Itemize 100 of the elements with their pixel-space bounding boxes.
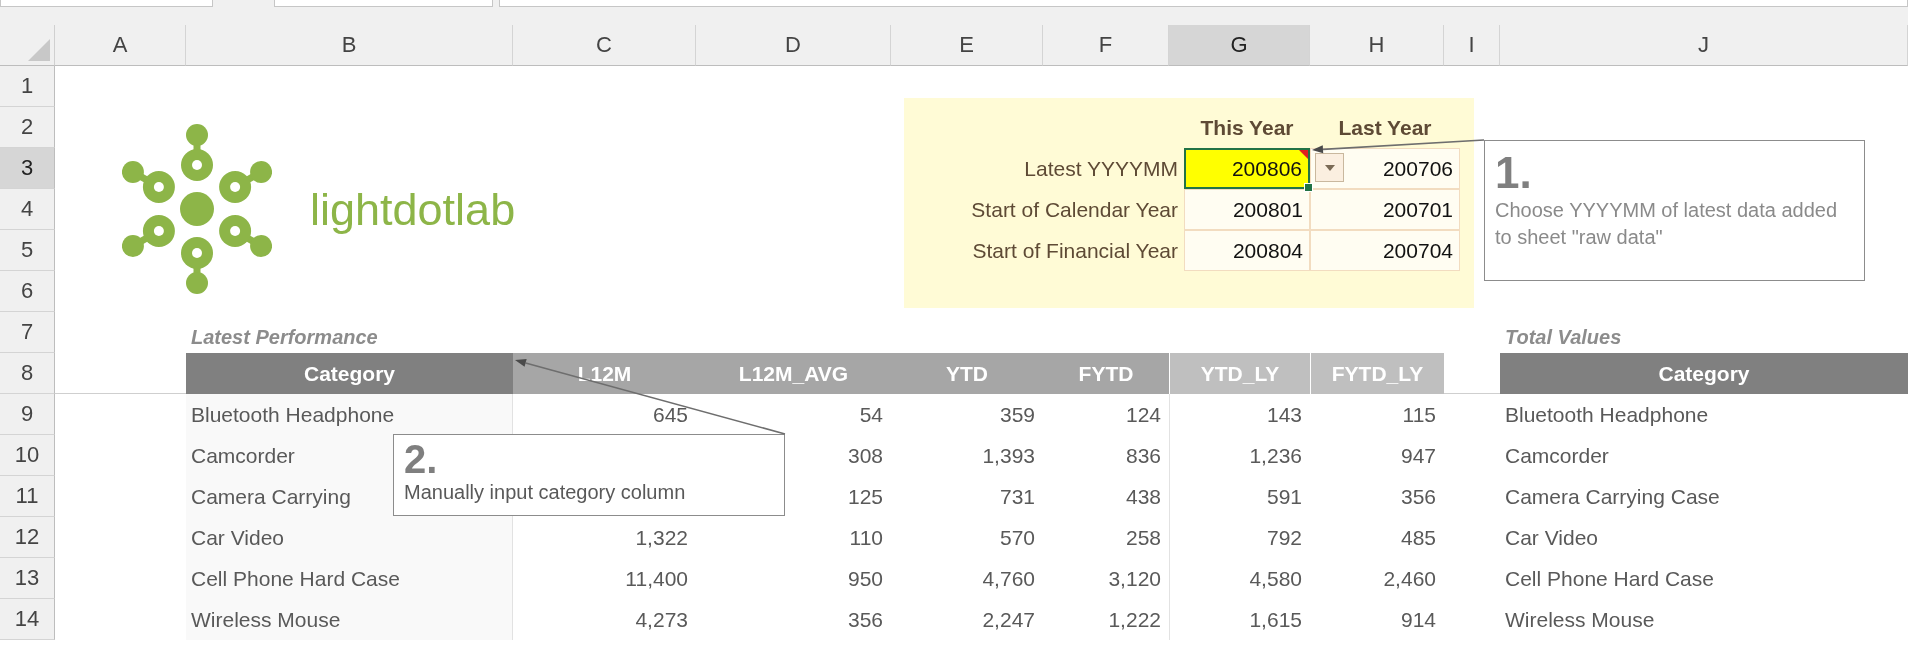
row-header[interactable]: 12 (0, 517, 55, 558)
table-cell-text: Car Video (1504, 524, 1599, 551)
table-cell-text: 1,322 (634, 524, 689, 551)
select-all-icon[interactable] (28, 39, 50, 61)
table-cell-text: 438 (1124, 483, 1162, 510)
table-cell[interactable]: 200704 (1310, 230, 1460, 271)
table-cell[interactable]: 200801 (1184, 189, 1310, 230)
table-cell: Cell Phone Hard Case (186, 558, 513, 599)
dropdown-button[interactable] (1315, 153, 1344, 182)
table-cell-text: 115 (1401, 401, 1437, 428)
column-heading: FYTD_LY (1310, 353, 1444, 394)
column-heading: YTD_LY (1169, 353, 1310, 394)
table-cell-text: 308 (846, 442, 884, 469)
table-cell: 1,236 (1169, 435, 1310, 476)
table-cell-text: 914 (1399, 606, 1437, 633)
section-title: Total Values (1504, 325, 1623, 350)
logo-text: lightdotlab (310, 183, 516, 236)
table-cell-text: 731 (998, 483, 1036, 510)
callout-number: 2. (404, 439, 439, 479)
row-header[interactable]: 3 (0, 148, 55, 189)
table-cell: 1,615 (1169, 599, 1310, 640)
column-header[interactable]: F (1043, 25, 1169, 66)
column-header[interactable]: B (186, 25, 513, 66)
table-cell[interactable]: 200804 (1184, 230, 1310, 271)
table-cell-text: 356 (846, 606, 884, 633)
table-cell-text: 947 (1399, 442, 1437, 469)
column-heading: Category (1500, 353, 1908, 394)
column-header[interactable]: E (891, 25, 1043, 66)
row-header[interactable]: 10 (0, 435, 55, 476)
table-cell-text: Wireless Mouse (1504, 606, 1656, 633)
table-cell-text: 836 (1124, 442, 1162, 469)
table-cell: 591 (1169, 476, 1310, 517)
column-heading: L12M (513, 353, 696, 394)
column-header[interactable]: J (1500, 25, 1908, 66)
logo-icon (122, 123, 272, 296)
table-cell-text: 125 (846, 483, 884, 510)
column-header[interactable]: A (55, 25, 186, 66)
column-header[interactable]: H (1310, 25, 1444, 66)
table-cell-text: 570 (998, 524, 1036, 551)
row-header[interactable]: 14 (0, 599, 55, 640)
table-cell-text: 2,460 (1382, 565, 1437, 592)
section-title: Latest Performance (190, 325, 379, 350)
row-header[interactable]: 8 (0, 353, 55, 394)
name-box[interactable] (0, 0, 213, 7)
table-cell-text: Camcorder (1504, 442, 1610, 469)
table-cell-text: 4,760 (981, 565, 1036, 592)
column-heading: YTD (891, 353, 1043, 394)
row-header[interactable]: 1 (0, 66, 55, 107)
table-cell-text: 1,393 (981, 442, 1036, 469)
column-heading: FYTD (1043, 353, 1169, 394)
input-field[interactable] (274, 0, 493, 7)
column-heading: Category (186, 353, 513, 394)
table-cell[interactable]: 200706 (1310, 148, 1460, 189)
row-header[interactable]: 13 (0, 558, 55, 599)
table-cell: Car Video (186, 517, 513, 558)
caret-icon (1324, 164, 1335, 171)
table-cell-text: 950 (846, 565, 884, 592)
table-cell-text: 485 (1399, 524, 1437, 551)
row-header[interactable]: 6 (0, 271, 55, 312)
parameter-label: Start of Financial Year (971, 237, 1179, 264)
parameter-label: Start of Calendar Year (970, 196, 1179, 223)
table-cell-text: Bluetooth Headphone (1504, 401, 1710, 428)
column-header[interactable]: G (1169, 25, 1310, 66)
row-header[interactable]: 4 (0, 189, 55, 230)
table-cell-text: 1,222 (1107, 606, 1162, 633)
column-header[interactable]: C (513, 25, 696, 66)
table-cell-text: 11,400 (624, 565, 689, 592)
table-cell-text: Cell Phone Hard Case (1504, 565, 1715, 592)
table-cell-text: 2,247 (981, 606, 1036, 633)
callout-number: 1. (1495, 149, 1533, 198)
table-cell-text: 258 (1124, 524, 1162, 551)
table-cell-text: 645 (651, 401, 689, 428)
row-header[interactable]: 5 (0, 230, 55, 271)
row-header[interactable]: 7 (0, 312, 55, 353)
fill-handle[interactable] (1304, 183, 1313, 192)
table-cell[interactable]: 200806 (1184, 148, 1310, 189)
table-cell-text: 356 (1399, 483, 1437, 510)
column-header[interactable]: I (1444, 25, 1500, 66)
table-cell: Bluetooth Headphone (186, 394, 513, 435)
table-cell: 792 (1169, 517, 1310, 558)
row-header[interactable]: 11 (0, 476, 55, 517)
row-header[interactable]: 9 (0, 394, 55, 435)
table-cell-text: 3,120 (1107, 565, 1162, 592)
column-header[interactable]: D (696, 25, 891, 66)
table-cell-text: 4,273 (634, 606, 689, 633)
column-heading: Last Year (1338, 115, 1432, 139)
table-cell-text: 54 (858, 401, 884, 428)
row-header[interactable]: 2 (0, 107, 55, 148)
table-cell[interactable]: 200701 (1310, 189, 1460, 230)
table-cell: 4,580 (1169, 558, 1310, 599)
table-cell-text: Camera Carrying Case (1504, 483, 1721, 510)
table-cell-text: 110 (848, 524, 884, 551)
column-heading: This Year (1200, 115, 1294, 139)
column-heading: L12M_AVG (696, 353, 891, 394)
table-cell-text: 124 (1124, 401, 1162, 428)
table-cell: Wireless Mouse (186, 599, 513, 640)
callout-text: Choose YYYYMM of latest data added to sheet "raw data" (1495, 198, 1839, 251)
parameter-label: Latest YYYYMM (1023, 155, 1179, 182)
table-cell: 143 (1169, 394, 1310, 435)
table-cell-text: 359 (998, 401, 1036, 428)
